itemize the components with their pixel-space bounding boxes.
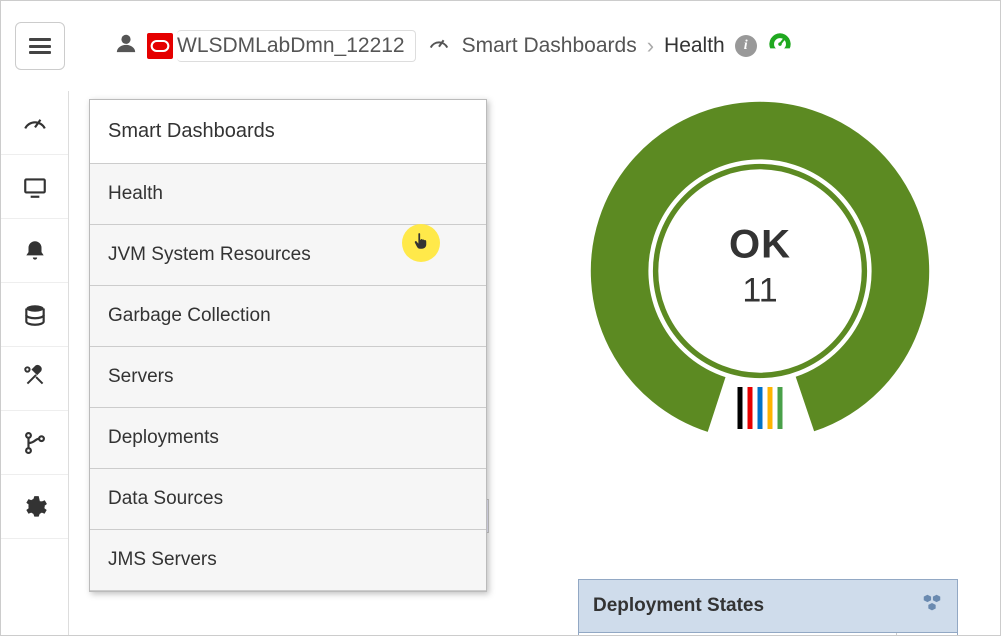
- user-icon: [115, 32, 137, 60]
- deployment-states-panel: Deployment States ✓ Active 11: [578, 579, 958, 636]
- hamburger-icon: [29, 38, 51, 54]
- rail-item-dashboards[interactable]: [1, 91, 68, 155]
- submenu-item-health[interactable]: Health: [90, 164, 486, 225]
- submenu-item-datasources[interactable]: Data Sources: [90, 469, 486, 530]
- breadcrumb: WLSDMLabDmn_12212 Smart Dashboards › Hea…: [115, 30, 793, 62]
- submenu-item-deployments[interactable]: Deployments: [90, 408, 486, 469]
- donut-status-text: OK: [729, 223, 791, 268]
- rail-item-monitor[interactable]: [1, 155, 68, 219]
- pointer-cursor-icon: [414, 232, 428, 255]
- cursor-highlight: [402, 224, 440, 262]
- submenu-item-servers[interactable]: Servers: [90, 347, 486, 408]
- rail-item-settings[interactable]: [1, 475, 68, 539]
- oracle-logo-icon: [147, 33, 173, 59]
- health-donut-chart: OK 11: [580, 91, 940, 451]
- donut-legend-ticks: [738, 387, 783, 429]
- domain-name[interactable]: WLSDMLabDmn_12212: [177, 30, 416, 62]
- chevron-right-icon: ›: [647, 33, 654, 59]
- breadcrumb-page: Health: [664, 34, 725, 58]
- submenu-item-jms[interactable]: JMS Servers: [90, 530, 486, 591]
- rail-item-branch[interactable]: [1, 411, 68, 475]
- menu-toggle-button[interactable]: [15, 22, 65, 70]
- rail-item-alerts[interactable]: [1, 219, 68, 283]
- rail-item-tools[interactable]: [1, 347, 68, 411]
- submenu-item-gc[interactable]: Garbage Collection: [90, 286, 486, 347]
- cubes-icon[interactable]: [921, 592, 943, 620]
- info-icon[interactable]: i: [735, 35, 757, 57]
- breadcrumb-section[interactable]: Smart Dashboards: [462, 34, 637, 58]
- tools-icon: [22, 363, 48, 395]
- gauge-icon: [426, 32, 452, 60]
- submenu-title: Smart Dashboards: [90, 100, 486, 164]
- sidebar-rail: [1, 91, 69, 635]
- panel-title: Deployment States: [593, 595, 764, 617]
- speedometer-icon[interactable]: [767, 30, 793, 62]
- dashboards-submenu: Smart Dashboards Health JVM System Resou…: [89, 99, 487, 592]
- rail-item-database[interactable]: [1, 283, 68, 347]
- donut-count-text: 11: [729, 272, 791, 311]
